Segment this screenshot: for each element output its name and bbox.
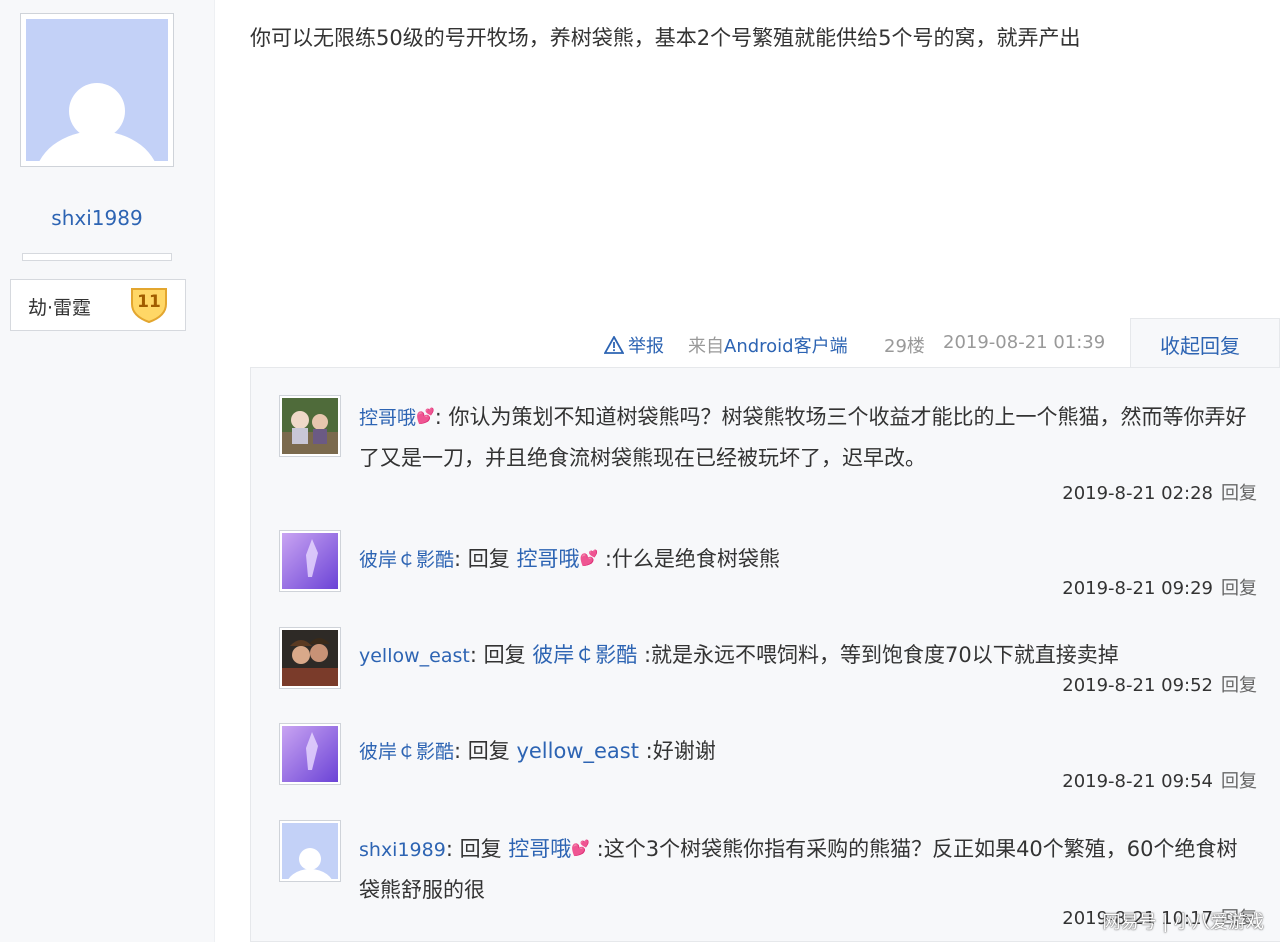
reply-button[interactable]: 回复 [1221, 675, 1257, 696]
default-avatar-icon [282, 823, 338, 879]
reply-user-avatar[interactable] [279, 820, 341, 882]
author-avatar[interactable] [20, 13, 174, 167]
post-source: 来自Android客户端 [688, 332, 848, 358]
reply-time: 2019-8-21 02:28 [1062, 483, 1213, 504]
level-shield-icon: 11 [129, 286, 169, 324]
reply-text: :好谢谢 [638, 739, 716, 763]
reply-username-link[interactable]: 彼岸￠影酷 [359, 549, 454, 571]
badge-label: 劫·雷霆 [28, 297, 92, 319]
avatar-image [282, 630, 338, 686]
reply-username-link[interactable]: 彼岸￠影酷 [359, 741, 454, 763]
avatar-image [282, 533, 338, 589]
reply-username-link[interactable]: shxi1989 [359, 839, 446, 861]
reply-prefix: : 回复 [454, 739, 517, 763]
reply-content: 彼岸￠影酷: 回复 yellow_east :好谢谢 [359, 731, 1249, 772]
reply-meta: 2019-8-21 02:28 回复 [1062, 479, 1257, 505]
post-source-prefix: 来自 [688, 336, 724, 357]
reply-text: : 你认为策划不知道树袋熊吗？树袋熊牧场三个收益才能比的上一个熊猫，然而等你弄好… [359, 405, 1247, 470]
reply-content: 控哥哦💕: 你认为策划不知道树袋熊吗？树袋熊牧场三个收益才能比的上一个熊猫，然而… [359, 396, 1249, 478]
reply-prefix: : 回复 [445, 837, 509, 861]
reply-username-link[interactable]: yellow_east [359, 645, 470, 667]
heart-emoji-icon: 💕 [571, 839, 590, 857]
reply-time: 2019-8-21 09:54 [1062, 771, 1213, 792]
author-sidebar: shxi1989 劫·雷霆 11 [0, 0, 215, 942]
reply-meta: 2019-8-21 09:54 回复 [1062, 767, 1257, 793]
client-link[interactable]: Android客户端 [724, 336, 848, 357]
post-content: 你可以无限练50级的号开牧场，养树袋熊，基本2个号繁殖就能供给5个号的窝，就弄产… [250, 26, 1081, 50]
reply-meta: 2019-8-21 09:29 回复 [1062, 574, 1257, 600]
reply-target-link[interactable]: 控哥哦 [516, 547, 579, 571]
reply-user-avatar[interactable] [279, 627, 341, 689]
collapse-replies-button[interactable]: 收起回复 [1130, 318, 1280, 367]
reply-target-link[interactable]: 控哥哦 [508, 837, 571, 861]
reply-button[interactable]: 回复 [1221, 771, 1257, 792]
floor-number: 29楼 [884, 336, 925, 357]
lzl-reply-panel: 控哥哦💕: 你认为策划不知道树袋熊吗？树袋熊牧场三个收益才能比的上一个熊猫，然而… [250, 367, 1280, 942]
post-time: 2019-08-21 01:39 [943, 332, 1106, 353]
report-link[interactable]: 举报 [603, 332, 664, 359]
reply-user-avatar[interactable] [279, 723, 341, 785]
reply-button[interactable]: 回复 [1221, 578, 1257, 599]
reply-prefix: : 回复 [469, 643, 533, 667]
default-avatar-icon [26, 19, 168, 161]
reply-content: shxi1989: 回复 控哥哦💕 :这个3个树袋熊你指有采购的熊猫？反正如果4… [359, 828, 1249, 910]
report-label: 举报 [628, 336, 664, 357]
reply-button[interactable]: 回复 [1221, 483, 1257, 504]
reply-prefix: : 回复 [454, 547, 517, 571]
reply-text: :就是永远不喂饲料，等到饱食度70以下就直接卖掉 [637, 643, 1119, 667]
post-tail: 举报 来自Android客户端 29楼 2019-08-21 01:39 收起回… [0, 318, 1280, 367]
reply-meta: 2019-8-21 09:52 回复 [1062, 671, 1257, 697]
reply-user-avatar[interactable] [279, 530, 341, 592]
reply-text: :什么是绝食树袋熊 [598, 547, 780, 571]
badge-level-number: 11 [137, 292, 161, 312]
reply-content: yellow_east: 回复 彼岸￠影酷 :就是永远不喂饲料，等到饱食度70以… [359, 635, 1249, 676]
watermark: 网易号 | 小八爱游戏 [1102, 912, 1264, 933]
reply-user-avatar[interactable] [279, 395, 341, 457]
reply-target-link[interactable]: 彼岸￠影酷 [532, 643, 637, 667]
author-name-link[interactable]: shxi1989 [0, 206, 194, 230]
heart-emoji-icon: 💕 [416, 407, 435, 425]
experience-bar [22, 253, 172, 261]
reply-time: 2019-8-21 09:52 [1062, 675, 1213, 696]
avatar-image [282, 726, 338, 782]
reply-target-link[interactable]: yellow_east [516, 739, 639, 763]
warning-icon [603, 335, 625, 359]
heart-emoji-icon: 💕 [579, 549, 599, 567]
avatar-image [282, 398, 338, 454]
reply-time: 2019-8-21 09:29 [1062, 578, 1213, 599]
reply-username-link[interactable]: 控哥哦 [359, 407, 416, 429]
